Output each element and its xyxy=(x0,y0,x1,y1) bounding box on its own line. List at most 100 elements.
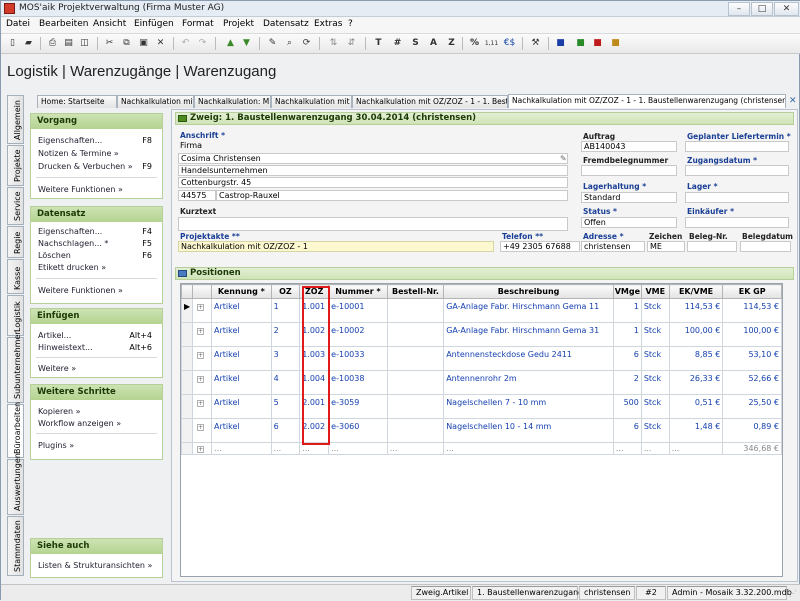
lock-red-icon[interactable]: ■ xyxy=(590,36,605,51)
print-icon[interactable]: ⎙ xyxy=(45,36,60,51)
cell-beschreibung[interactable]: GA-Anlage Fabr. Hirschmann Gema 31 xyxy=(443,322,614,347)
percent-button[interactable]: % xyxy=(467,36,482,51)
cell-ek-gp[interactable]: 25,50 € xyxy=(722,394,782,419)
cell-vmge[interactable]: 2 xyxy=(612,370,642,395)
col-vme[interactable]: VME xyxy=(640,284,670,299)
datensatz-weitere-link[interactable]: Weitere Funktionen » xyxy=(38,286,123,295)
einkaeufer-field[interactable] xyxy=(685,217,789,228)
cell-vme[interactable]: Stck xyxy=(640,394,670,419)
lock-orange-icon[interactable]: ■ xyxy=(608,36,623,51)
expand-icon[interactable]: + xyxy=(192,322,213,347)
vorgang-notizen-link[interactable]: Notizen & Termine » xyxy=(38,149,119,158)
plugins-link[interactable]: Plugins » xyxy=(38,441,74,450)
cell-oz[interactable]: 6 xyxy=(270,418,301,443)
tab-nachkalk-2[interactable]: Nachkalkulation: M xyxy=(194,95,271,108)
cell-vmge[interactable]: 6 xyxy=(612,418,642,443)
cell-vme[interactable]: Stck xyxy=(640,298,670,323)
cell-oz[interactable]: 3 xyxy=(270,346,301,371)
table-row[interactable]: + Artikel 5 2.001 e-3059 Nagelschellen 7… xyxy=(180,394,782,419)
close-tab-icon[interactable]: ✕ xyxy=(789,96,797,106)
menu-extras[interactable]: Extras xyxy=(314,19,342,29)
undo-icon[interactable]: ↶ xyxy=(178,36,193,51)
vorgang-weitere-link[interactable]: Weitere Funktionen » xyxy=(38,185,123,194)
menu-ansicht[interactable]: Ansicht xyxy=(93,19,126,29)
cell-oz[interactable]: 5 xyxy=(270,394,301,419)
cell-vme[interactable]: Stck xyxy=(640,322,670,347)
edit-pencil-icon[interactable]: ✎ xyxy=(560,154,567,163)
cell-vme[interactable]: Stck xyxy=(640,418,670,443)
cell-vmge[interactable]: 1 xyxy=(612,298,642,323)
table-row[interactable]: ▶ + Artikel 1 1.001 e-10001 GA-Anlage Fa… xyxy=(180,298,782,323)
delete-icon[interactable]: ✕ xyxy=(153,36,168,51)
kurztext-field[interactable] xyxy=(178,217,568,231)
datensatz-eigenschaften-link[interactable]: Eigenschaften... xyxy=(38,227,102,236)
adresse-field[interactable]: christensen xyxy=(581,241,645,252)
vtab-stammdaten[interactable]: Stammdaten xyxy=(7,516,24,576)
cell-oz[interactable]: 1 xyxy=(270,298,301,323)
row-selector[interactable] xyxy=(180,346,194,371)
lagerhaltung-field[interactable]: Standard xyxy=(581,192,677,203)
row-selector[interactable] xyxy=(180,418,194,443)
listen-strukturansichten-link[interactable]: Listen & Strukturansichten » xyxy=(38,561,152,570)
find-icon[interactable]: ⌕ xyxy=(282,36,297,51)
col-ek-gp[interactable]: EK GP xyxy=(722,284,782,299)
cell-ek-gp[interactable]: 114,53 € xyxy=(722,298,782,323)
cell-oz[interactable]: 2 xyxy=(270,322,301,347)
col-vmge[interactable]: VMge xyxy=(612,284,642,299)
z-format-button[interactable]: Z xyxy=(444,36,459,51)
cell-kennung[interactable]: Artikel xyxy=(211,418,272,443)
lock-blue-icon[interactable]: ■ xyxy=(553,36,568,51)
cell-kennung[interactable]: Artikel xyxy=(211,298,272,323)
cell-beschreibung[interactable]: GA-Anlage Fabr. Hirschmann Gema 11 xyxy=(443,298,614,323)
address-line-1[interactable]: Firma xyxy=(178,141,568,152)
sort-desc-icon[interactable]: ⇵ xyxy=(344,36,359,51)
plz-field[interactable]: 44575 xyxy=(178,190,216,201)
resize-grip-icon[interactable]: ⋰ xyxy=(789,589,797,598)
sort-asc-icon[interactable]: ⇅ xyxy=(326,36,341,51)
expand-icon[interactable]: + xyxy=(192,418,213,443)
expand-icon[interactable]: + xyxy=(192,298,213,323)
einfuegen-weitere-link[interactable]: Weitere » xyxy=(38,364,76,373)
tab-nachkalk-4[interactable]: Nachkalkulation mit OZ/ZOZ - 1 - 1. Best xyxy=(352,95,508,108)
vorgang-eigenschaften-link[interactable]: Eigenschaften... xyxy=(38,136,102,145)
cell-vme[interactable]: Stck xyxy=(640,370,670,395)
telefon-field[interactable]: +49 2305 67688 xyxy=(500,241,580,252)
auftrag-field[interactable]: AB140043 xyxy=(581,141,677,152)
cell-ek-vme[interactable]: 0,51 € xyxy=(668,394,724,419)
cell-ek-vme[interactable]: 26,33 € xyxy=(668,370,724,395)
menu-format[interactable]: Format xyxy=(182,19,214,29)
vtab-projekte[interactable]: Projekte xyxy=(7,145,24,186)
cell-ek-vme[interactable]: 100,00 € xyxy=(668,322,724,347)
tab-nachkalk-active[interactable]: Nachkalkulation mit OZ/ZOZ - 1 - 1. Baus… xyxy=(508,94,786,108)
cell-bestell-nr[interactable] xyxy=(386,370,445,395)
ort-field[interactable]: Castrop-Rauxel xyxy=(216,190,568,201)
col-kennung[interactable]: Kennung * xyxy=(211,284,272,299)
cell-nummer[interactable]: e-3059 xyxy=(328,394,388,419)
menu-help[interactable]: ? xyxy=(348,19,353,29)
cell-bestell-nr[interactable] xyxy=(386,322,445,347)
tab-home[interactable]: Home: Startseite xyxy=(37,95,117,108)
menu-projekt[interactable]: Projekt xyxy=(223,19,254,29)
weitere-workflow-link[interactable]: Workflow anzeigen » xyxy=(38,419,121,428)
address-line-2[interactable]: Cosima Christensen xyxy=(178,153,568,164)
decimal-button[interactable]: 1,11 xyxy=(484,36,499,51)
currency-button[interactable]: €$ xyxy=(502,36,517,51)
cell-beschreibung[interactable]: Antennenrohr 2m xyxy=(443,370,614,395)
cell-beschreibung[interactable]: Nagelschellen 10 - 14 mm xyxy=(443,418,614,443)
table-row[interactable]: + Artikel 2 1.002 e-10002 GA-Anlage Fabr… xyxy=(180,322,782,347)
move-down-icon[interactable]: ▼ xyxy=(239,36,254,51)
tools-icon[interactable]: ⚒ xyxy=(528,36,543,51)
cell-oz[interactable]: 4 xyxy=(270,370,301,395)
cell-vmge[interactable]: 1 xyxy=(612,322,642,347)
a-format-button[interactable]: A xyxy=(426,36,441,51)
vtab-subunternehmer[interactable]: Subunternehmer xyxy=(7,331,24,403)
vtab-logistik[interactable]: Logistik xyxy=(7,295,24,336)
vtab-bueroarbeiten[interactable]: Büroarbeiten xyxy=(7,402,24,458)
maximize-button[interactable]: □ xyxy=(751,2,773,16)
cell-nummer[interactable]: e-10033 xyxy=(328,346,388,371)
tab-nachkalk-3[interactable]: Nachkalkulation mit C xyxy=(271,95,352,108)
col-beschreibung[interactable]: Beschreibung xyxy=(443,284,614,299)
cell-kennung[interactable]: Artikel xyxy=(211,346,272,371)
cell-nummer[interactable]: e-10002 xyxy=(328,322,388,347)
vtab-service[interactable]: Service xyxy=(7,187,24,225)
